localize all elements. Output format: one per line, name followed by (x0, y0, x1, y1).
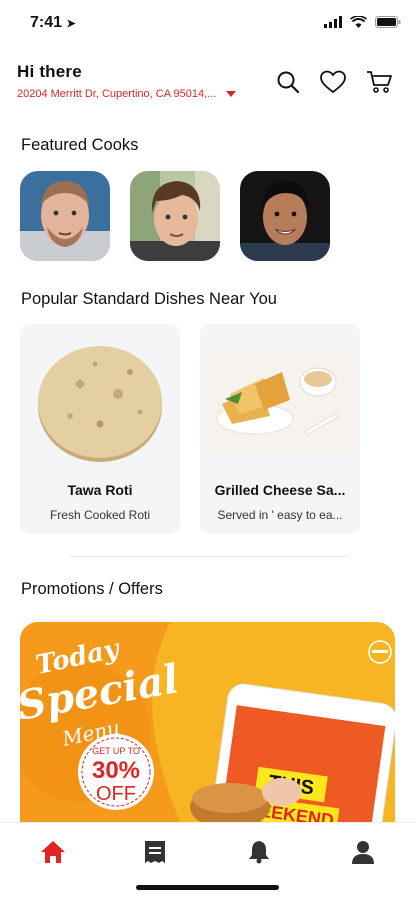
receipt-icon (145, 841, 165, 863)
cook-avatar[interactable] (240, 171, 330, 261)
clock-text: 7:41 (30, 14, 63, 31)
cook-avatar[interactable] (130, 171, 220, 261)
status-time: 7:41 ➤ (30, 14, 76, 32)
user-icon (352, 841, 374, 864)
dish-image (205, 354, 355, 454)
tab-orders[interactable] (138, 835, 172, 869)
dish-name: Grilled Cheese Sa... (214, 482, 346, 498)
popular-dishes-list: Tawa Roti Fresh Cooked Roti Grilled Chee… (20, 324, 360, 534)
promo-badge-value: 30% (92, 757, 140, 784)
cook-avatar[interactable] (20, 171, 110, 261)
promo-badge-top: GET UP TO (92, 746, 140, 756)
promo-banner[interactable]: Today Special Menu GET UP TO 30% OFF THI… (20, 622, 395, 822)
tab-bar (0, 822, 415, 900)
dish-image (38, 346, 162, 462)
header-actions (276, 70, 392, 94)
heart-icon[interactable] (320, 70, 346, 94)
promo-banner-art: Today Special Menu GET UP TO 30% OFF THI… (20, 622, 395, 822)
status-icons (324, 15, 401, 33)
tab-profile[interactable] (346, 835, 380, 869)
dish-description: Served in ' easy to ea... (217, 508, 343, 522)
promo-badge-bottom: OFF (96, 783, 136, 805)
tab-notifications[interactable] (242, 835, 276, 869)
dish-card[interactable]: Tawa Roti Fresh Cooked Roti (20, 324, 180, 534)
dish-name: Tawa Roti (67, 482, 133, 498)
battery-icon (375, 15, 401, 33)
featured-cooks-list (20, 171, 330, 261)
bell-icon (249, 841, 269, 864)
search-icon[interactable] (276, 70, 300, 94)
dish-description: Fresh Cooked Roti (49, 508, 151, 522)
header: Hi there 20204 Merritt Dr, Cupertino, CA… (17, 62, 400, 112)
dish-card[interactable]: Grilled Cheese Sa... Served in ' easy to… (200, 324, 360, 534)
tab-home[interactable] (36, 835, 70, 869)
address-text: 20204 Merritt Dr, Cupertino, CA 95014,..… (17, 88, 217, 100)
location-arrow-icon: ➤ (66, 18, 76, 30)
cart-icon[interactable] (366, 70, 392, 94)
home-icon (41, 841, 65, 863)
status-bar: 7:41 ➤ (0, 0, 415, 46)
caret-down-icon (226, 91, 237, 97)
promotions-title: Promotions / Offers (21, 580, 163, 598)
wifi-icon (350, 15, 367, 33)
featured-cooks-title: Featured Cooks (21, 136, 139, 154)
signal-icon (324, 15, 342, 33)
home-indicator (136, 885, 279, 890)
divider (70, 556, 348, 557)
popular-dishes-title: Popular Standard Dishes Near You (21, 290, 277, 308)
